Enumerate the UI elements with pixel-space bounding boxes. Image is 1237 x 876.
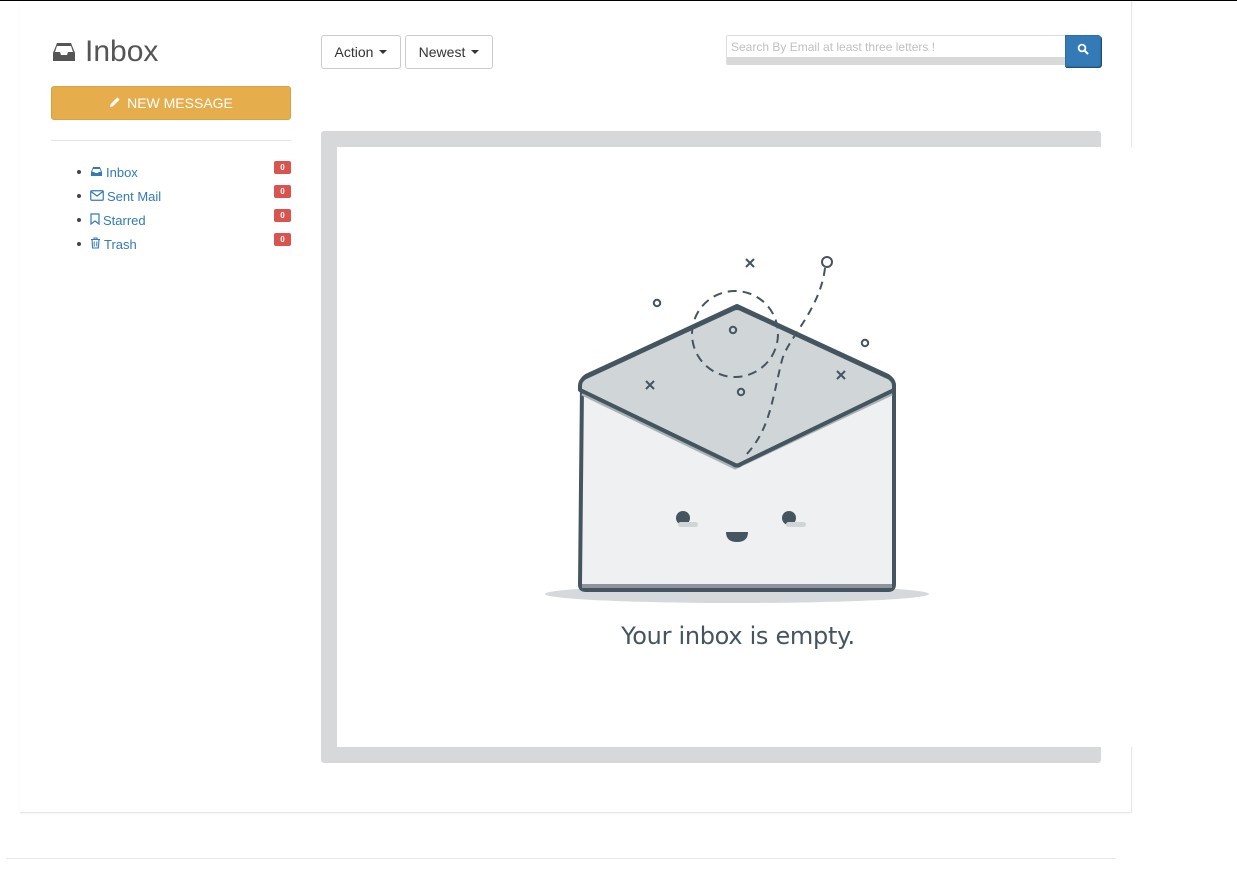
folder-item-sent-mail: Sent Mail 0: [77, 184, 291, 208]
trash-icon: [90, 236, 101, 252]
search-button[interactable]: [1065, 35, 1101, 67]
folder-item-inbox: Inbox 0: [77, 160, 291, 184]
search-bar: [726, 35, 1101, 67]
folder-link-trash[interactable]: Trash: [90, 237, 137, 252]
envelope-icon: [90, 189, 104, 204]
sidebar-divider: [51, 140, 291, 141]
folder-link-inbox[interactable]: Inbox: [90, 165, 138, 180]
sort-label: Newest: [418, 44, 466, 60]
empty-state-message: Your inbox is empty.: [621, 622, 855, 650]
bullet: [77, 242, 81, 246]
page-title: Inbox: [51, 34, 158, 70]
search-input[interactable]: [726, 35, 1066, 65]
pencil-icon: [109, 95, 121, 111]
folder-label: Starred: [103, 212, 146, 228]
folder-item-starred: Starred 0: [77, 208, 291, 232]
folder-label: Trash: [104, 236, 137, 252]
unread-count-badge: 0: [274, 161, 291, 174]
folder-item-trash: Trash 0: [77, 232, 291, 256]
empty-inbox-illustration: [540, 250, 935, 615]
footer-divider: [6, 858, 1116, 859]
folder-link-sent-mail[interactable]: Sent Mail: [90, 189, 161, 204]
unread-count-badge: 0: [274, 209, 291, 222]
folder-label: Inbox: [106, 164, 138, 180]
sort-dropdown-button[interactable]: Newest: [405, 35, 493, 69]
new-message-button[interactable]: NEW MESSAGE: [51, 86, 291, 120]
unread-count-badge: 0: [274, 233, 291, 246]
action-label: Action: [334, 44, 374, 60]
caret-down-icon: [379, 50, 388, 54]
folder-label: Sent Mail: [107, 188, 162, 204]
bullet: [77, 218, 81, 222]
page-title-text: Inbox: [85, 35, 159, 68]
new-message-label: NEW MESSAGE: [127, 95, 233, 111]
bullet: [77, 194, 81, 198]
folder-link-starred[interactable]: Starred: [90, 213, 146, 228]
folder-list: Inbox 0 Sent Mail 0 Starred 0 Trash 0: [77, 160, 291, 256]
inbox-icon: [51, 41, 77, 63]
action-dropdown-button[interactable]: Action: [321, 35, 401, 69]
unread-count-badge: 0: [274, 185, 291, 198]
bookmark-icon: [90, 212, 100, 228]
inbox-icon: [90, 165, 103, 180]
search-icon: [1077, 42, 1089, 60]
bullet: [77, 170, 81, 174]
caret-down-icon: [471, 50, 480, 54]
